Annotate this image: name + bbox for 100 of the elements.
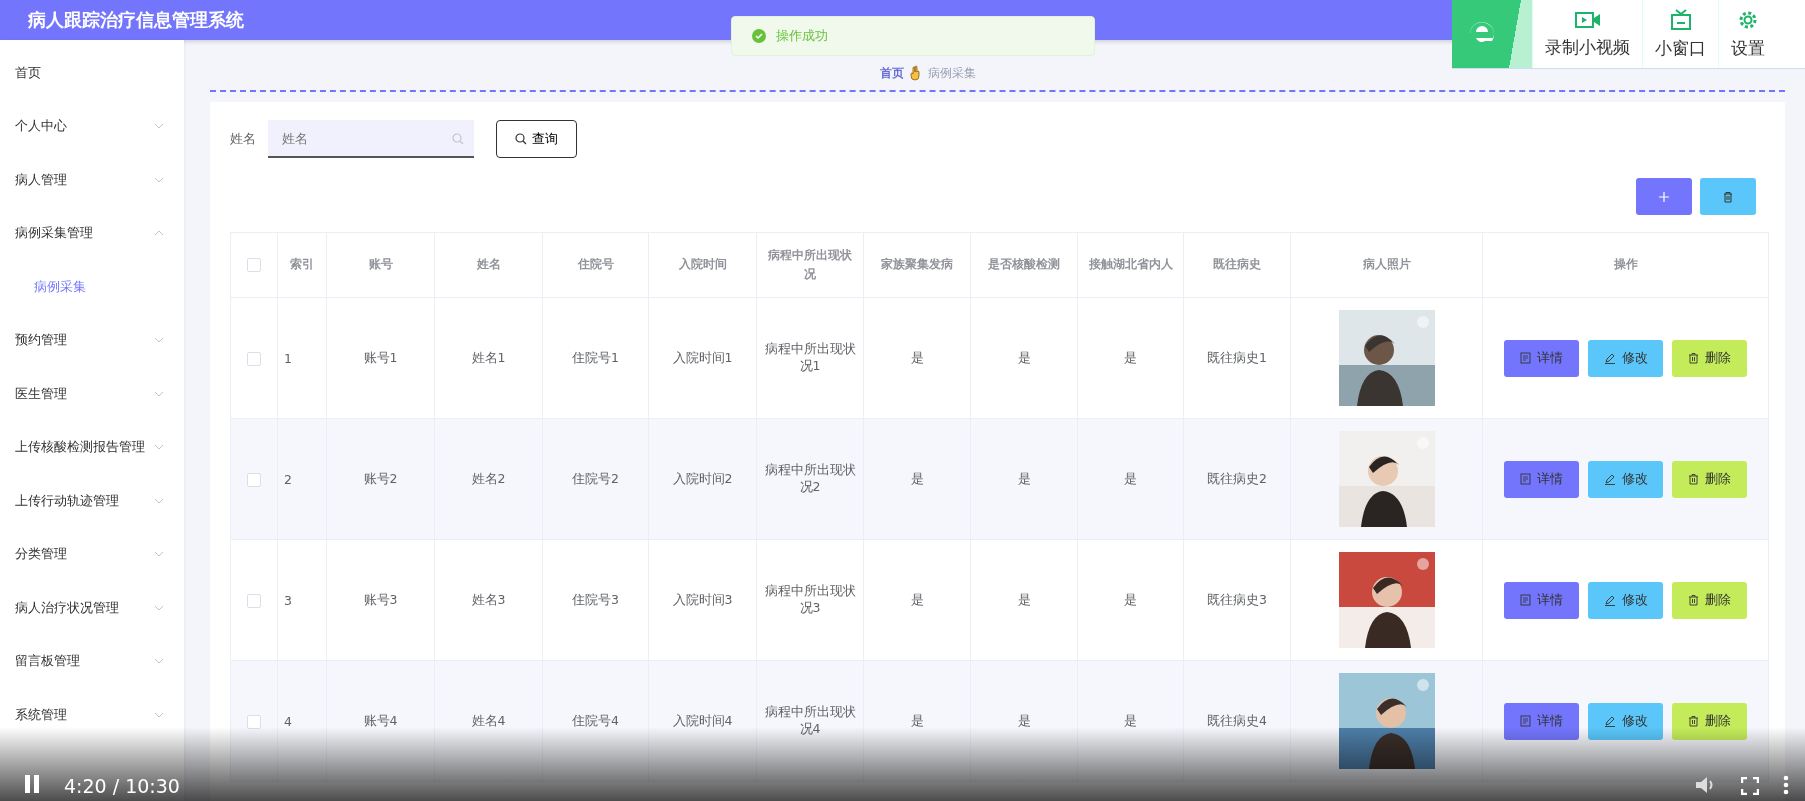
search-field[interactable]: 姓名 <box>268 120 474 158</box>
edit-button[interactable]: 修改 <box>1588 339 1663 377</box>
table-cell: 账号1 <box>363 349 398 365</box>
table-cell: 住院号4 <box>572 712 619 728</box>
detail-button[interactable]: 详情 <box>1504 581 1579 619</box>
toolbar-button[interactable]: 设置 <box>1718 0 1765 68</box>
table-cell: 病程中所出现状况1 <box>764 341 856 373</box>
delete-button[interactable]: 删除 <box>1672 702 1747 740</box>
menu-item[interactable]: 系统管理 <box>0 688 184 742</box>
table-cell: 姓名1 <box>471 349 506 365</box>
menu-item[interactable]: 病人管理 <box>0 153 184 207</box>
table-cell: 病程中所出现状况3 <box>764 583 856 615</box>
menu-item[interactable]: 医生管理 <box>0 367 184 421</box>
table-cell: 入院时间1 <box>672 349 733 365</box>
checkbox[interactable] <box>247 351 261 366</box>
table-cell: 3 <box>284 592 292 608</box>
column-header: 姓名 <box>476 257 501 272</box>
table-cell: 住院号2 <box>572 470 619 486</box>
pause-icon <box>24 775 40 793</box>
toast-message: 操作成功 <box>776 27 828 45</box>
fullscreen-icon[interactable] <box>1741 777 1759 795</box>
menu-item[interactable]: 留言板管理 <box>0 634 184 688</box>
table-cell: 是 <box>1017 470 1031 486</box>
checkbox[interactable] <box>247 714 261 729</box>
menu-item[interactable]: 病人治疗状况管理 <box>0 581 184 635</box>
checkbox[interactable] <box>247 257 261 272</box>
document-icon <box>1520 352 1531 364</box>
video-time: 4:20 / 10:30 <box>64 775 180 797</box>
column-header: 接触湖北省内人 <box>1088 257 1173 272</box>
document-icon <box>1520 594 1531 606</box>
hand-icon <box>909 65 922 81</box>
search-button[interactable]: 查询 <box>496 120 577 158</box>
detail-button[interactable]: 详情 <box>1504 460 1579 498</box>
table-cell: 是 <box>910 470 924 486</box>
menu-item[interactable]: 首页 <box>0 46 184 100</box>
trash-icon <box>1688 594 1699 606</box>
table-cell: 1 <box>284 350 292 366</box>
table-cell: 姓名2 <box>471 470 506 486</box>
delete-button[interactable]: 删除 <box>1672 339 1747 377</box>
table-cell: 姓名4 <box>471 712 506 728</box>
table-cell: 姓名3 <box>471 591 506 607</box>
video-camera-icon <box>1574 9 1601 30</box>
table-cell: 是 <box>910 591 924 607</box>
table-cell: 既往病史3 <box>1207 591 1267 607</box>
column-header: 病程中所出现状况 <box>768 247 852 281</box>
pencil-icon <box>1603 352 1616 364</box>
trash-icon <box>1722 190 1734 203</box>
table-cell: 是 <box>1017 591 1031 607</box>
delete-button[interactable]: 删除 <box>1672 581 1747 619</box>
menu-item[interactable]: 预约管理 <box>0 313 184 367</box>
column-header: 是否核酸检测 <box>988 257 1060 272</box>
table-cell: 是 <box>910 712 924 728</box>
breadcrumb-link[interactable]: 首页 <box>879 64 904 82</box>
table-cell: 入院时间3 <box>672 591 733 607</box>
search-icon <box>452 133 464 145</box>
table-cell: 账号3 <box>363 591 398 607</box>
edit-button[interactable]: 修改 <box>1588 460 1663 498</box>
checkbox[interactable] <box>247 593 261 608</box>
trash-icon <box>1688 715 1699 727</box>
field-label: 姓名 <box>230 130 256 148</box>
table-cell: 2 <box>284 471 292 487</box>
table-cell: 4 <box>284 713 292 729</box>
search-icon <box>515 133 527 145</box>
table-cell: 账号2 <box>363 470 398 486</box>
table-cell: 是 <box>1124 470 1137 486</box>
document-icon <box>1520 715 1531 727</box>
menu-item[interactable]: 上传行动轨迹管理 <box>0 474 184 528</box>
table-cell: 账号4 <box>363 712 398 728</box>
column-header: 索引 <box>290 257 314 272</box>
checkbox[interactable] <box>247 472 261 487</box>
submenu-item[interactable]: 病例采集 <box>0 260 184 314</box>
menu-item[interactable]: 上传核酸检测报告管理 <box>0 420 184 474</box>
column-header: 账号 <box>368 257 393 272</box>
table-cell: 病程中所出现状况2 <box>764 462 856 494</box>
delete-button[interactable] <box>1700 178 1756 215</box>
trash-icon <box>1688 473 1699 485</box>
menu-item[interactable]: 分类管理 <box>0 527 184 581</box>
pencil-icon <box>1603 473 1616 485</box>
menu-item[interactable]: 个人中心 <box>0 99 184 153</box>
delete-button[interactable]: 删除 <box>1672 460 1747 498</box>
add-button[interactable] <box>1636 178 1692 215</box>
table-cell: 是 <box>1017 349 1031 365</box>
pencil-icon <box>1603 715 1616 727</box>
column-header: 操作 <box>1613 257 1638 272</box>
pencil-icon <box>1603 594 1616 606</box>
table-cell: 入院时间4 <box>672 712 733 728</box>
table-cell: 既往病史1 <box>1207 349 1267 365</box>
column-header: 家族聚集发病 <box>881 257 953 272</box>
column-header: 入院时间 <box>678 257 727 272</box>
table-cell: 是 <box>1124 349 1137 365</box>
table-cell: 入院时间2 <box>672 470 733 486</box>
detail-button[interactable]: 详情 <box>1504 339 1579 377</box>
table-cell: 既往病史2 <box>1207 470 1267 486</box>
table-cell: 住院号1 <box>572 349 619 365</box>
edit-button[interactable]: 修改 <box>1588 702 1663 740</box>
detail-button[interactable]: 详情 <box>1504 702 1579 740</box>
more-icon[interactable] <box>1783 775 1789 795</box>
edit-button[interactable]: 修改 <box>1588 581 1663 619</box>
table-cell: 病程中所出现状况4 <box>764 704 856 736</box>
menu-item[interactable]: 病例采集管理 <box>0 206 184 260</box>
